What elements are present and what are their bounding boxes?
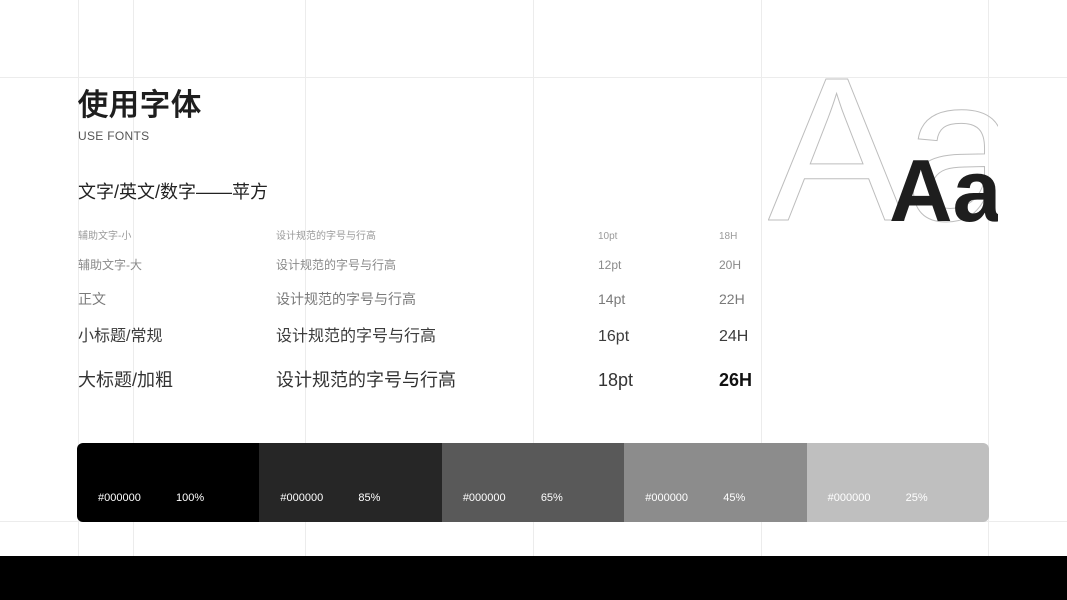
font-declaration: 文字/英文/数字——苹方 — [78, 182, 269, 202]
swatch-hex: #000000 — [280, 492, 324, 504]
spec-size: 12pt — [598, 258, 622, 272]
spec-line-height: 24H — [719, 328, 749, 345]
swatch-45: #000000 45% — [624, 443, 807, 522]
aa-display-graphic: Aa Aa — [768, 60, 998, 230]
spec-size: 14pt — [598, 291, 626, 307]
spec-name: 正文 — [78, 291, 106, 307]
swatch-percent: 45% — [723, 492, 746, 504]
spec-size: 18pt — [598, 370, 634, 390]
swatch-hex: #000000 — [827, 492, 871, 504]
swatch-25: #000000 25% — [806, 443, 989, 522]
footer-bar — [0, 556, 1067, 600]
spec-line-height: 22H — [719, 291, 745, 307]
spec-name: 辅助文字-大 — [78, 258, 142, 272]
aa-solid-text: Aa — [889, 141, 998, 230]
swatch-65: #000000 65% — [441, 443, 625, 522]
spec-size: 10pt — [598, 231, 618, 242]
swatch-hex: #000000 — [462, 492, 506, 504]
swatch-percent: 65% — [540, 492, 563, 504]
spec-name: 大标题/加粗 — [78, 370, 174, 390]
swatch-85: #000000 85% — [259, 443, 442, 522]
swatch-percent: 100% — [176, 492, 205, 504]
spec-sample: 设计规范的字号与行高 — [276, 328, 437, 345]
spec-line-height: 20H — [719, 258, 742, 272]
spec-sample: 设计规范的字号与行高 — [276, 291, 416, 307]
spec-sample: 设计规范的字号与行高 — [276, 258, 397, 272]
spec-name: 辅助文字-小 — [78, 231, 132, 242]
spec-sample: 设计规范的字号与行高 — [276, 370, 456, 390]
color-swatch-strip: #000000 100% #000000 85% #000000 65% #00… — [77, 443, 989, 522]
page-title: 使用字体 — [78, 89, 202, 122]
swatch-100: #000000 100% — [77, 443, 260, 522]
swatch-percent: 25% — [905, 492, 928, 504]
swatch-percent: 85% — [358, 492, 381, 504]
page-subtitle: USE FONTS — [78, 129, 150, 143]
spec-sample: 设计规范的字号与行高 — [276, 231, 376, 242]
spec-line-height: 18H — [719, 231, 738, 242]
slide-canvas: 使用字体 USE FONTS 文字/英文/数字——苹方 辅助文字-小 设计规范的… — [0, 0, 1067, 556]
spec-size: 16pt — [598, 328, 630, 345]
spec-name: 小标题/常规 — [78, 328, 163, 345]
swatch-hex: #000000 — [98, 492, 141, 504]
swatch-hex: #000000 — [645, 492, 689, 504]
spec-line-height: 26H — [719, 370, 753, 390]
